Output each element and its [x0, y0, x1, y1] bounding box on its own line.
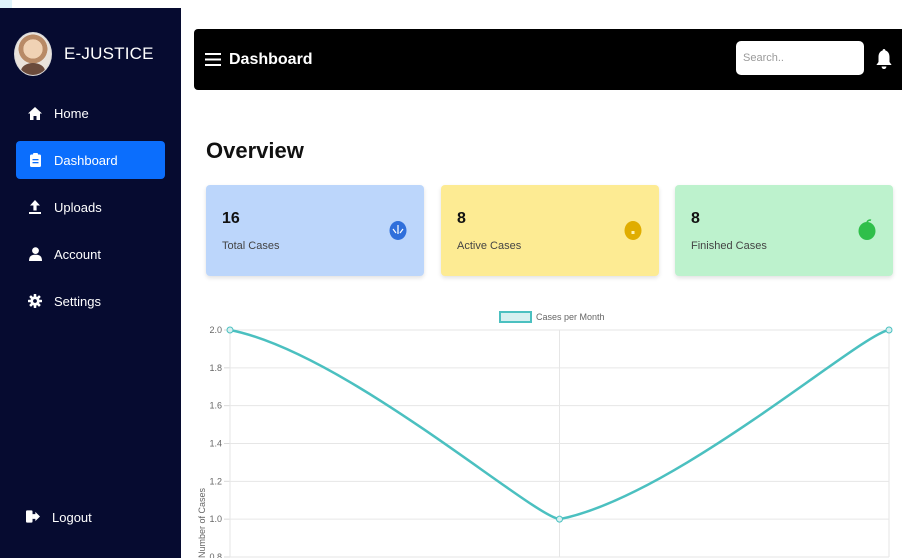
sidebar-nav: Home Dashboard Uploads Account Settings — [16, 94, 165, 329]
overview-heading: Overview — [206, 138, 304, 163]
sidebar-item-label: Uploads — [54, 199, 102, 215]
card-label: Active Cases — [457, 240, 522, 252]
legend-label: Cases per Month — [536, 312, 605, 322]
card-label: Finished Cases — [691, 240, 767, 252]
legend-swatch — [499, 311, 532, 323]
data-point — [556, 515, 563, 523]
sidebar-item-uploads[interactable]: Uploads — [16, 188, 165, 226]
sidebar-item-label: Dashboard — [54, 152, 118, 168]
logout-icon — [26, 510, 40, 524]
y-tick-label: 1.0 — [209, 514, 222, 524]
sidebar-item-label: Home — [54, 105, 89, 121]
sidebar: E-JUSTICE Home Dashboard Uploads Account — [0, 8, 181, 558]
bell-icon[interactable] — [876, 48, 892, 70]
sidebar-item-label: Settings — [54, 293, 101, 309]
search-input[interactable] — [736, 41, 864, 75]
sidebar-item-account[interactable]: Account — [16, 235, 165, 273]
top-bar: Dashboard — [194, 29, 902, 90]
total-cases-card[interactable]: 16 Total Cases — [206, 185, 424, 276]
page-title: Dashboard — [229, 50, 313, 68]
hamburger-icon[interactable] — [205, 52, 221, 67]
finished-cases-card[interactable]: 8 Finished Cases — [675, 185, 893, 276]
cases-chart: 2.0 1.8 1.6 1.4 1.2 1.0 0.8Number of Cases Case… — [197, 311, 893, 558]
home-icon — [28, 106, 42, 120]
upload-icon — [28, 200, 42, 214]
y-tick-label: 1.4 — [209, 439, 222, 449]
y-tick-label: 1.6 — [209, 401, 222, 411]
card-value: 8 — [691, 210, 700, 227]
sidebar-item-settings[interactable]: Settings — [16, 282, 165, 320]
check-icon — [857, 219, 877, 241]
avatar[interactable] — [14, 32, 52, 76]
data-point — [226, 326, 234, 334]
card-value: 8 — [457, 210, 466, 227]
gear-icon — [28, 294, 42, 308]
y-tick-label: 0.8 — [209, 552, 222, 558]
brand: E-JUSTICE — [14, 28, 154, 80]
scales-icon — [388, 219, 408, 241]
y-tick-label: 1.2 — [209, 476, 222, 486]
logout-button[interactable]: Logout — [16, 499, 165, 535]
sidebar-item-home[interactable]: Home — [16, 94, 165, 132]
y-tick-label: 1.8 — [209, 363, 222, 373]
user-icon — [28, 247, 42, 261]
sidebar-item-label: Account — [54, 246, 101, 262]
clipboard-icon — [28, 153, 42, 167]
logout-label: Logout — [52, 509, 92, 525]
y-axis-label: Number of Cases — [197, 487, 207, 558]
card-label: Total Cases — [222, 240, 280, 252]
brand-name: E-JUSTICE — [64, 44, 154, 63]
card-value: 16 — [222, 210, 240, 227]
active-cases-card[interactable]: 8 Active Cases — [441, 185, 659, 276]
hourglass-icon — [623, 219, 643, 241]
y-tick-label: 2.0 — [209, 325, 222, 335]
data-point — [885, 326, 893, 334]
sidebar-item-dashboard[interactable]: Dashboard — [16, 141, 165, 179]
